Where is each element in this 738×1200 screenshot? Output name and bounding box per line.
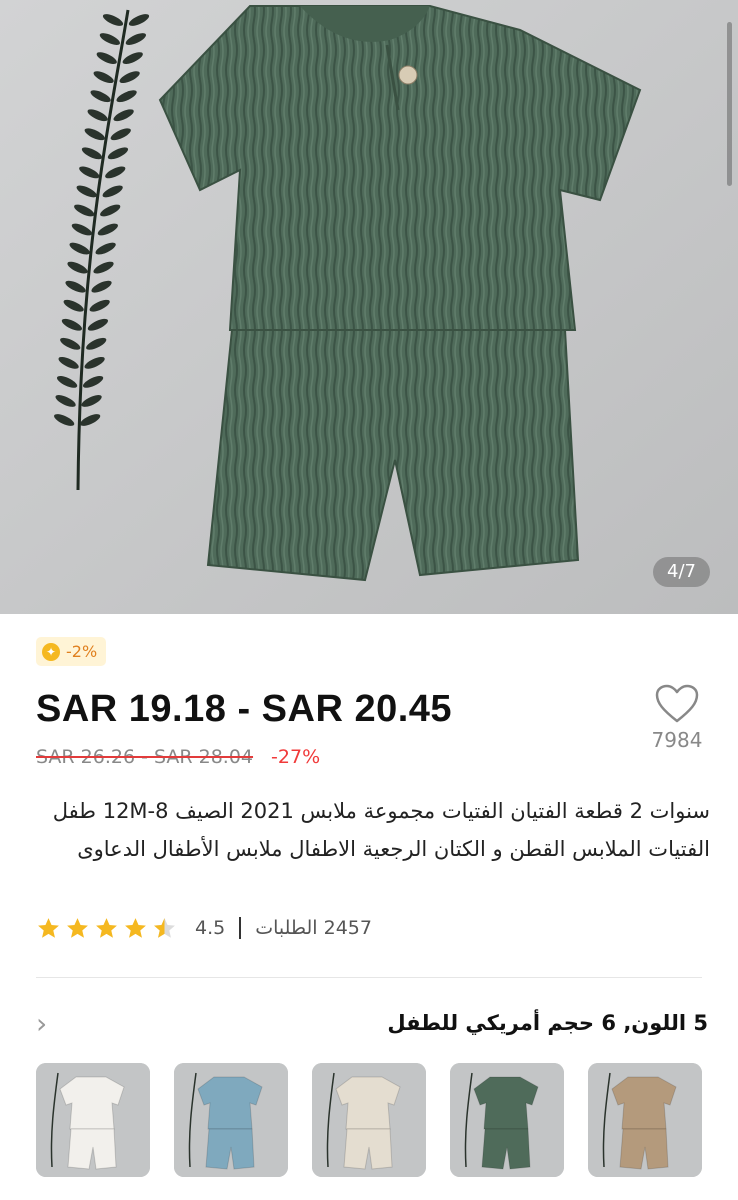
variant-thumb-cream[interactable]	[312, 1063, 426, 1177]
variant-image	[588, 1063, 702, 1177]
original-price: SAR 26.26 - SAR 28.04	[36, 746, 254, 768]
variant-thumb-green[interactable]	[450, 1063, 564, 1177]
variant-thumb-khaki[interactable]	[588, 1063, 702, 1177]
variant-image	[450, 1063, 564, 1177]
section-divider	[36, 977, 702, 978]
wishlist-button[interactable]: 7984	[644, 684, 710, 752]
variant-image	[312, 1063, 426, 1177]
heart-icon	[655, 684, 699, 723]
star-icon	[67, 917, 88, 938]
variant-image	[174, 1063, 288, 1177]
variant-thumbnails	[36, 1063, 702, 1177]
coupon-icon: ✦	[42, 642, 60, 661]
original-price-row: SAR 26.26 - SAR 28.04 -27%	[36, 746, 320, 768]
orders-count: 2457 الطلبات	[255, 917, 372, 939]
discount-percent: -27%	[271, 746, 321, 768]
star-rating	[36, 916, 177, 941]
product-image[interactable]: 4/7	[0, 0, 738, 614]
variant-thumb-white[interactable]	[36, 1063, 150, 1177]
image-counter: 4/7	[653, 557, 710, 587]
star-icon	[96, 917, 117, 938]
price-range: SAR 19.18 - SAR 20.45	[36, 688, 453, 730]
divider	[239, 917, 242, 939]
star-icon	[125, 917, 146, 938]
scrollbar[interactable]	[727, 22, 732, 186]
product-title: سنوات 2 قطعة الفتيان الفتيات مجموعة ملاب…	[52, 799, 710, 861]
variant-thumb-blue[interactable]	[174, 1063, 288, 1177]
coupon-text: -2%	[66, 642, 98, 661]
variant-label: 5 اللون, 6 حجم أمريكي للطفل	[387, 1011, 708, 1035]
product-photo	[0, 0, 738, 614]
half-star-icon	[154, 917, 175, 938]
wishlist-count: 7984	[651, 728, 703, 752]
variant-selector[interactable]: › 5 اللون, 6 حجم أمريكي للطفل	[36, 1003, 708, 1043]
coupon-badge[interactable]: ✦ -2%	[36, 637, 107, 666]
chevron-right-icon: ›	[36, 1006, 48, 1040]
rating-value: 4.5	[195, 917, 226, 939]
variant-image	[36, 1063, 150, 1177]
star-icon	[38, 917, 59, 938]
rating-row[interactable]: 4.5 2457 الطلبات	[36, 914, 372, 942]
